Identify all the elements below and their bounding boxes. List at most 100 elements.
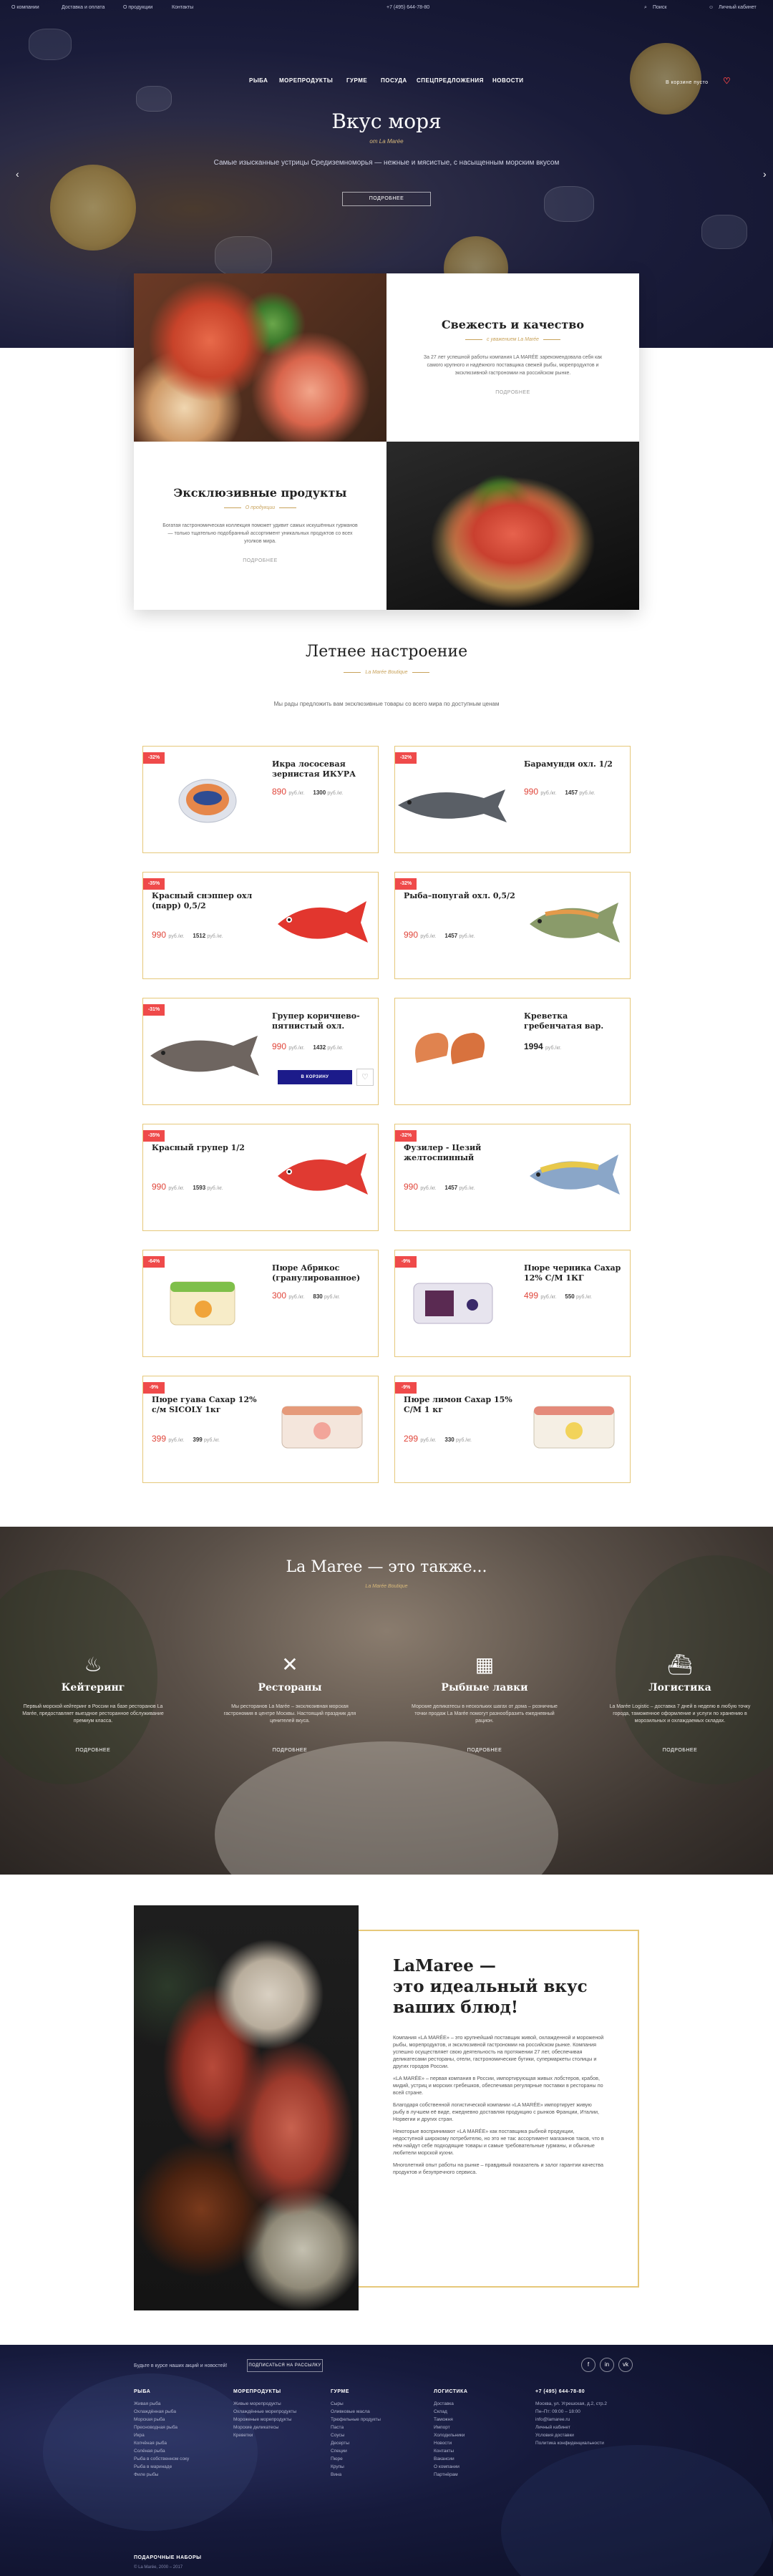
- product-name[interactable]: Рыба–попугай охл. 0,5/2: [404, 891, 518, 901]
- footer-link[interactable]: Личный кабинет: [535, 2424, 628, 2431]
- topbar-link[interactable]: Контакты: [172, 5, 193, 10]
- service-more-link[interactable]: ПОДРОБНЕЕ: [402, 1748, 567, 1753]
- product-name[interactable]: Пюре черника Сахар 12% С/М 1КГ: [524, 1263, 624, 1283]
- product-name[interactable]: Красный снэппер охл (парр) 0,5/2: [152, 891, 266, 911]
- footer-link[interactable]: info@lamaree.ru: [535, 2416, 628, 2424]
- product-name[interactable]: Барамунди охл. 1/2: [524, 759, 624, 769]
- topbar-search[interactable]: Поиск: [653, 5, 666, 10]
- footer-link[interactable]: Морская рыба: [134, 2416, 227, 2424]
- vk-icon[interactable]: vk: [618, 2358, 633, 2372]
- nav-item-specials[interactable]: СПЕЦПРЕДЛОЖЕНИЯ: [417, 77, 484, 84]
- footer-link[interactable]: Пюре: [331, 2455, 424, 2463]
- user-icon[interactable]: ☺: [709, 5, 714, 10]
- footer-link[interactable]: Паста: [331, 2424, 424, 2431]
- topbar-personal[interactable]: Личный кабинет: [719, 5, 757, 10]
- instagram-icon[interactable]: in: [600, 2358, 614, 2372]
- product-card[interactable]: -32% Фузилер - Цезий желтоспинный 990 ру…: [394, 1124, 631, 1231]
- product-card[interactable]: -64% Пюре Абрикос (гранулированное) 300 …: [142, 1250, 379, 1357]
- nav-item-dishes[interactable]: ПОСУДА: [381, 77, 407, 84]
- exclusive-more-link[interactable]: ПОДРОБНЕЕ: [162, 558, 358, 563]
- footer-link[interactable]: Условия доставки: [535, 2431, 628, 2439]
- service-more-link[interactable]: ПОДРОБНЕЕ: [208, 1748, 372, 1753]
- footer-link[interactable]: Доставка: [434, 2400, 527, 2408]
- footer-link[interactable]: Трюфельные продукты: [331, 2416, 424, 2424]
- footer-link[interactable]: Рыба в собственном соку: [134, 2455, 227, 2463]
- product-name[interactable]: Пюре гуава Сахар 12% с/м SICOLY 1кг: [152, 1395, 266, 1415]
- footer-link[interactable]: Партнёрам: [434, 2471, 527, 2479]
- product-card[interactable]: -31% Групер коричнево-пятнистый охл. 990…: [142, 998, 379, 1105]
- footer-link[interactable]: Живые морепродукты: [233, 2400, 326, 2408]
- prev-arrow-icon[interactable]: ‹: [16, 168, 19, 180]
- service-more-link[interactable]: ПОДРОБНЕЕ: [11, 1748, 175, 1753]
- footer-link[interactable]: Пн–Пт: 09:00 – 18:00: [535, 2408, 628, 2416]
- next-arrow-icon[interactable]: ›: [763, 168, 767, 180]
- product-card[interactable]: -9% Пюре гуава Сахар 12% с/м SICOLY 1кг …: [142, 1376, 379, 1483]
- footer-link[interactable]: Живая рыба: [134, 2400, 227, 2408]
- product-card[interactable]: -32% Рыба–попугай охл. 0,5/2 990 руб./кг…: [394, 872, 631, 979]
- footer-link[interactable]: Морские деликатесы: [233, 2424, 326, 2431]
- product-name[interactable]: Фузилер - Цезий желтоспинный: [404, 1143, 518, 1163]
- heart-icon[interactable]: ♡: [723, 76, 731, 86]
- product-card[interactable]: -9% Пюре черника Сахар 12% С/М 1КГ 499 р…: [394, 1250, 631, 1357]
- cart-status[interactable]: В корзине пусто: [666, 80, 709, 85]
- nav-item-seafood[interactable]: МОРЕПРОДУКТЫ: [279, 77, 333, 84]
- topbar-link[interactable]: О компании: [11, 5, 39, 10]
- product-card[interactable]: -35% Красный групер 1/2 990 руб./кг. 1593…: [142, 1124, 379, 1231]
- topbar-link[interactable]: О продукции: [123, 5, 152, 10]
- footer-column: ЛОГИСТИКА Доставка Склад Таможня Импорт Холод…: [434, 2388, 527, 2479]
- footer-link[interactable]: Политика конфиденциальности: [535, 2439, 628, 2447]
- search-icon[interactable]: ⌕: [644, 5, 647, 11]
- topbar-phone[interactable]: +7 (495) 644-78-80: [386, 5, 429, 10]
- add-to-cart-button[interactable]: В КОРЗИНУ: [278, 1070, 352, 1084]
- footer-link[interactable]: Сыры: [331, 2400, 424, 2408]
- product-card[interactable]: -32% Барамунди охл. 1/2 990 руб./кг. 1457…: [394, 746, 631, 853]
- product-card[interactable]: Креветка гребенчатая вар. 1994 руб./кг.: [394, 998, 631, 1105]
- footer-link[interactable]: Рыба в маринаде: [134, 2463, 227, 2471]
- footer-link[interactable]: Специи: [331, 2447, 424, 2455]
- topbar-link[interactable]: Доставка и оплата: [62, 5, 104, 10]
- footer-link[interactable]: Пресноводная рыба: [134, 2424, 227, 2431]
- footer-link[interactable]: Икра: [134, 2431, 227, 2439]
- product-name[interactable]: Групер коричнево-пятнистый охл.: [272, 1011, 372, 1031]
- footer-link[interactable]: Филе рыбы: [134, 2471, 227, 2479]
- footer-link[interactable]: Вина: [331, 2471, 424, 2479]
- subscribe-button[interactable]: ПОДПИСАТЬСЯ НА РАССЫЛКУ: [247, 2359, 323, 2372]
- nav-item-news[interactable]: НОВОСТИ: [492, 77, 524, 84]
- footer-link[interactable]: Импорт: [434, 2424, 527, 2431]
- footer-link[interactable]: О компании: [434, 2463, 527, 2471]
- footer-link[interactable]: Контакты: [434, 2447, 527, 2455]
- footer-link[interactable]: Копчёная рыба: [134, 2439, 227, 2447]
- facebook-icon[interactable]: f: [581, 2358, 595, 2372]
- footer-link[interactable]: Мороженые морепродукты: [233, 2416, 326, 2424]
- footer-gift-sets[interactable]: ПОДАРОЧНЫЕ НАБОРЫ: [134, 2554, 227, 2566]
- footer-link[interactable]: Солёная рыба: [134, 2447, 227, 2455]
- footer-link[interactable]: Оливковые масла: [331, 2408, 424, 2416]
- footer-link[interactable]: Креветки: [233, 2431, 326, 2439]
- footer-link[interactable]: Склад: [434, 2408, 527, 2416]
- footer-link[interactable]: Холодильники: [434, 2431, 527, 2439]
- product-name[interactable]: Икра лососевая зернистая ИКУРА: [272, 759, 372, 779]
- footer-link[interactable]: Новости: [434, 2439, 527, 2447]
- nav-item-gourmet[interactable]: ГУРМЕ: [346, 77, 367, 84]
- footer-link[interactable]: Крупы: [331, 2463, 424, 2471]
- product-name[interactable]: Пюре Абрикос (гранулированное): [272, 1263, 372, 1283]
- product-card[interactable]: -9% Пюре лимон Сахар 15% С/М 1 кг 299 ру…: [394, 1376, 631, 1483]
- nav-item-fish[interactable]: РЫБА: [249, 77, 268, 84]
- freshness-subtitle: с уважением La Marée: [415, 337, 611, 342]
- favorite-heart-icon[interactable]: ♡: [356, 1069, 374, 1086]
- product-card[interactable]: -32% Икра лососевая зернистая ИКУРА 890 …: [142, 746, 379, 853]
- footer-link[interactable]: Охлаждённые морепродукты: [233, 2408, 326, 2416]
- footer-link[interactable]: Москва, ул. Угрешская, д.2, стр.2: [535, 2400, 628, 2408]
- freshness-more-link[interactable]: ПОДРОБНЕЕ: [415, 390, 611, 395]
- product-card[interactable]: -35% Красный снэппер охл (парр) 0,5/2 99…: [142, 872, 379, 979]
- hero-more-button[interactable]: ПОДРОБНЕЕ: [342, 192, 431, 206]
- service-more-link[interactable]: ПОДРОБНЕЕ: [598, 1748, 762, 1753]
- product-name[interactable]: Красный групер 1/2: [152, 1143, 266, 1153]
- footer-link[interactable]: Вакансии: [434, 2455, 527, 2463]
- product-name[interactable]: Креветка гребенчатая вар.: [524, 1011, 624, 1031]
- product-name[interactable]: Пюре лимон Сахар 15% С/М 1 кг: [404, 1395, 518, 1415]
- footer-link[interactable]: Соусы: [331, 2431, 424, 2439]
- footer-link[interactable]: Десерты: [331, 2439, 424, 2447]
- footer-link[interactable]: Охлаждённая рыба: [134, 2408, 227, 2416]
- footer-link[interactable]: Таможня: [434, 2416, 527, 2424]
